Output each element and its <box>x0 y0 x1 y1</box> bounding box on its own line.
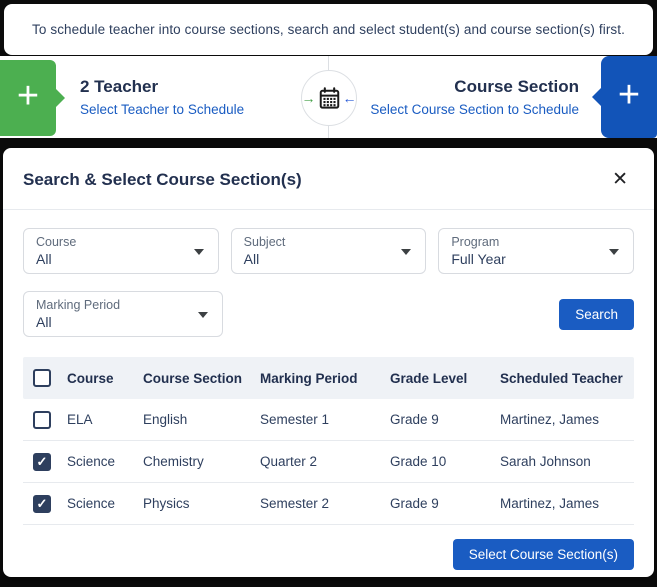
cell-grade-level: Grade 9 <box>390 412 500 427</box>
cell-scheduled-teacher: Sarah Johnson <box>500 454 634 469</box>
plus-icon: + <box>17 77 39 115</box>
dropdown-label: Marking Period <box>36 298 210 312</box>
chevron-down-icon <box>609 249 619 255</box>
cell-grade-level: Grade 9 <box>390 496 500 511</box>
teacher-summary: 2 Teacher Select Teacher to Schedule <box>80 77 244 117</box>
dropdown-value: All <box>36 251 206 267</box>
select-course-sections-button[interactable]: Select Course Section(s) <box>453 539 634 570</box>
chevron-down-icon <box>194 249 204 255</box>
course-section-title: Course Section <box>370 77 579 97</box>
scheduler-bar: + 2 Teacher Select Teacher to Schedule →… <box>0 56 657 138</box>
plus-icon: + <box>618 76 640 114</box>
cell-course-section: Physics <box>143 496 260 511</box>
calendar-transfer-badge: → ← <box>301 70 357 126</box>
dropdown-value: Full Year <box>451 251 621 267</box>
arrow-right-icon: → <box>302 90 316 106</box>
chevron-down-icon <box>401 249 411 255</box>
close-icon[interactable]: ✕ <box>610 168 630 191</box>
add-course-section-button[interactable]: + <box>601 56 657 138</box>
select-teacher-link[interactable]: Select Teacher to Schedule <box>80 102 244 117</box>
column-header-scheduled-teacher: Scheduled Teacher <box>500 371 634 386</box>
select-course-section-link[interactable]: Select Course Section to Schedule <box>370 102 579 117</box>
course-filter-dropdown[interactable]: Course All <box>23 228 219 274</box>
table-row: ✓ ELA English Semester 1 Grade 9 Martine… <box>23 399 634 441</box>
chevron-down-icon <box>198 312 208 318</box>
row-checkbox[interactable]: ✓ <box>33 453 51 471</box>
teacher-count-title: 2 Teacher <box>80 77 244 97</box>
cell-course: ELA <box>67 412 143 427</box>
cell-marking-period: Semester 1 <box>260 412 390 427</box>
dropdown-value: All <box>36 314 210 330</box>
cell-marking-period: Quarter 2 <box>260 454 390 469</box>
cell-course-section: English <box>143 412 260 427</box>
modal-footer: Select Course Section(s) <box>3 525 654 570</box>
add-teacher-button[interactable]: + <box>0 60 56 136</box>
row-checkbox[interactable]: ✓ <box>33 495 51 513</box>
cell-marking-period: Semester 2 <box>260 496 390 511</box>
instruction-text: To schedule teacher into course sections… <box>32 22 625 37</box>
column-header-course: Course <box>67 371 143 386</box>
cell-course: Science <box>67 496 143 511</box>
column-header-course-section: Course Section <box>143 371 260 386</box>
dropdown-label: Course <box>36 235 206 249</box>
search-select-course-section-modal: Search & Select Course Section(s) ✕ Cour… <box>3 148 654 577</box>
course-section-table: ✓ Course Course Section Marking Period G… <box>23 357 634 525</box>
search-button[interactable]: Search <box>559 299 634 330</box>
dropdown-value: All <box>244 251 414 267</box>
arrow-left-icon: ← <box>343 90 357 106</box>
table-header-row: ✓ Course Course Section Marking Period G… <box>23 357 634 399</box>
row-checkbox[interactable]: ✓ <box>33 411 51 429</box>
column-header-grade-level: Grade Level <box>390 371 500 386</box>
cell-course: Science <box>67 454 143 469</box>
marking-period-filter-dropdown[interactable]: Marking Period All <box>23 291 223 337</box>
program-filter-dropdown[interactable]: Program Full Year <box>438 228 634 274</box>
calendar-icon <box>317 86 342 111</box>
dropdown-label: Program <box>451 235 621 249</box>
column-header-marking-period: Marking Period <box>260 371 390 386</box>
cell-grade-level: Grade 10 <box>390 454 500 469</box>
filter-section: Course All Subject All Program Full Year… <box>3 210 654 337</box>
table-row: ✓ Science Chemistry Quarter 2 Grade 10 S… <box>23 441 634 483</box>
instruction-banner: To schedule teacher into course sections… <box>4 4 653 55</box>
course-section-summary: Course Section Select Course Section to … <box>370 77 579 117</box>
cell-scheduled-teacher: Martinez, James <box>500 412 634 427</box>
table-row: ✓ Science Physics Semester 2 Grade 9 Mar… <box>23 483 634 525</box>
select-all-checkbox[interactable]: ✓ <box>33 369 51 387</box>
subject-filter-dropdown[interactable]: Subject All <box>231 228 427 274</box>
dropdown-label: Subject <box>244 235 414 249</box>
cell-scheduled-teacher: Martinez, James <box>500 496 634 511</box>
cell-course-section: Chemistry <box>143 454 260 469</box>
modal-header: Search & Select Course Section(s) ✕ <box>3 148 654 209</box>
modal-title: Search & Select Course Section(s) <box>23 170 302 190</box>
